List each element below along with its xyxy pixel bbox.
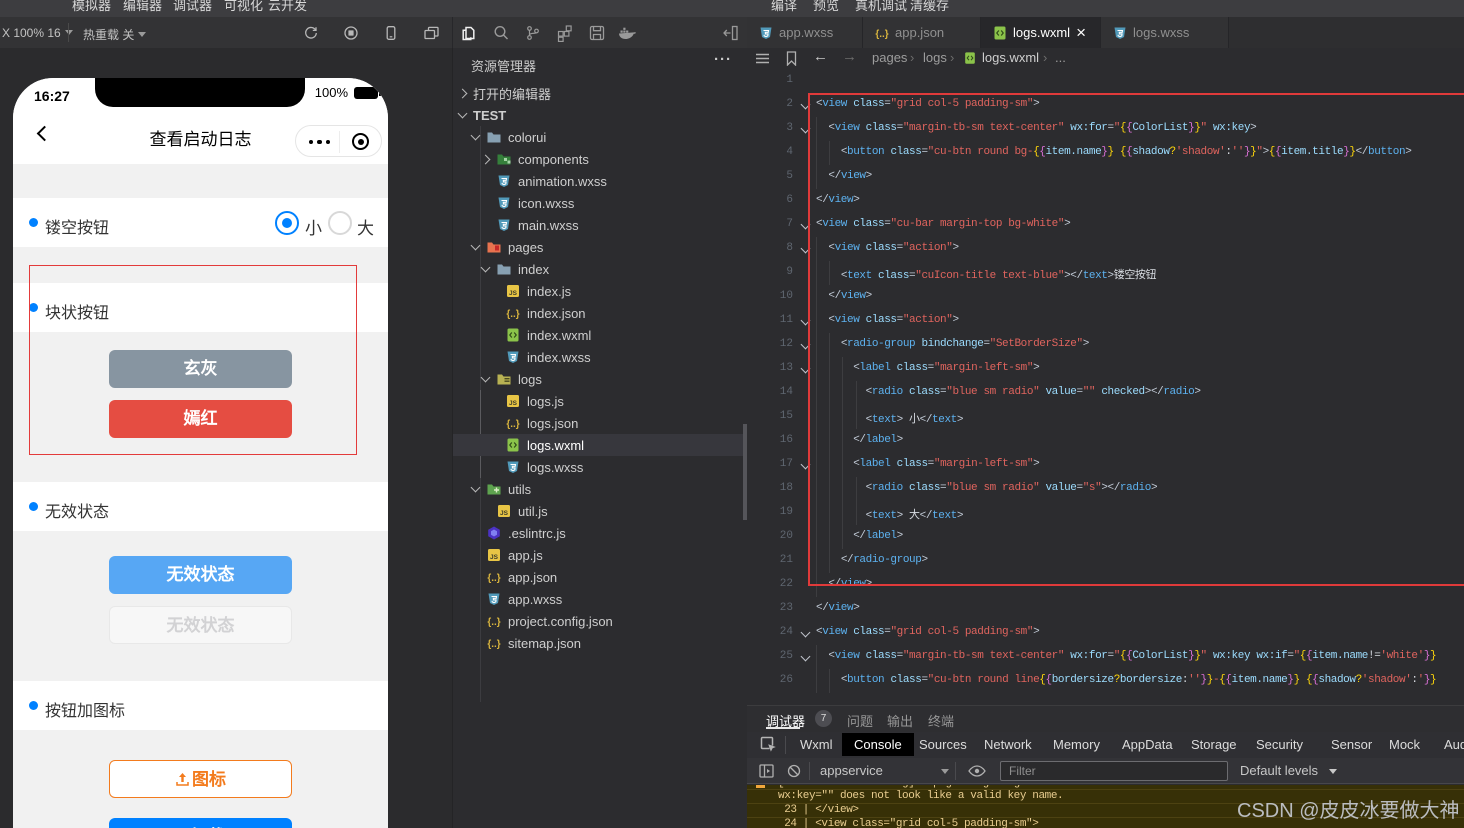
svg-text:{..}: {..} bbox=[487, 573, 500, 584]
svg-text:JS: JS bbox=[509, 400, 518, 407]
svg-text:{..}: {..} bbox=[487, 617, 500, 628]
svg-text:JS: JS bbox=[490, 554, 499, 561]
svg-text:JS: JS bbox=[500, 510, 509, 517]
svg-text:{..}: {..} bbox=[506, 309, 519, 320]
svg-text:JS: JS bbox=[509, 290, 518, 297]
svg-text:{..}: {..} bbox=[506, 419, 519, 430]
svg-text:{..}: {..} bbox=[875, 29, 888, 40]
svg-text:{..}: {..} bbox=[487, 639, 500, 650]
